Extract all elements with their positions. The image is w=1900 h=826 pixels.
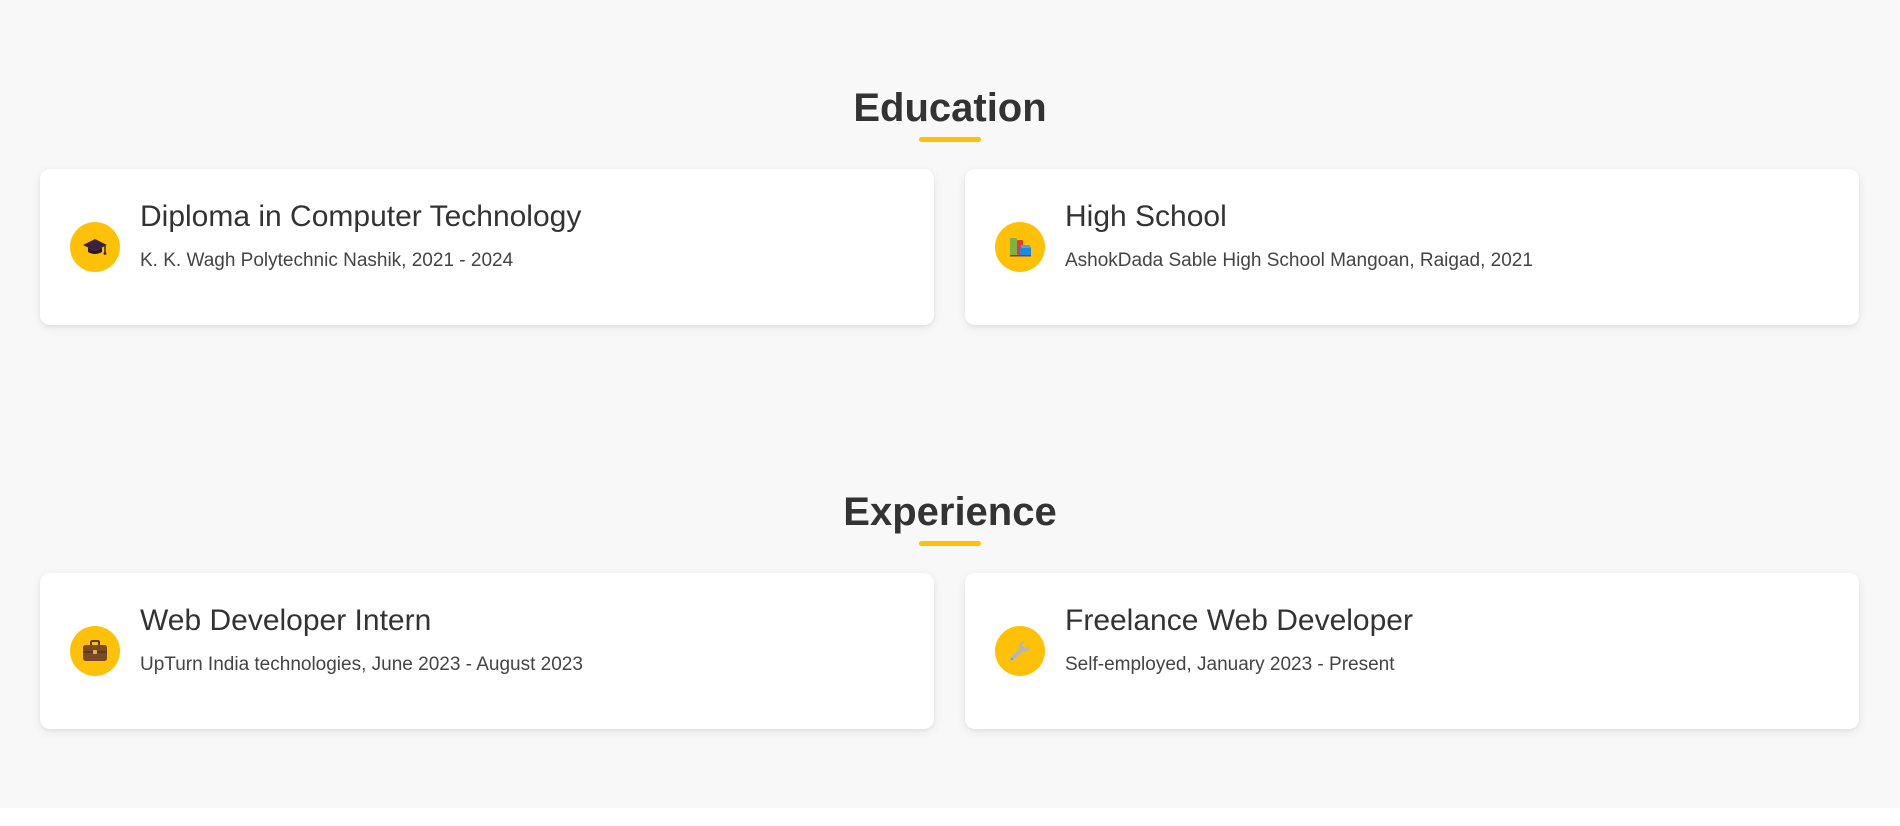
experience-card-intern: Web Developer Intern UpTurn India techno… bbox=[40, 573, 934, 729]
experience-heading: Experience bbox=[843, 490, 1057, 534]
education-card-title: High School bbox=[1065, 200, 1227, 233]
education-heading-underline bbox=[919, 137, 981, 142]
wrench-icon bbox=[995, 626, 1045, 676]
page: Education Diploma in Computer Technology… bbox=[0, 0, 1900, 808]
education-card-subtitle: K. K. Wagh Polytechnic Nashik, 2021 - 20… bbox=[140, 250, 514, 271]
briefcase-icon bbox=[70, 626, 120, 676]
experience-card-freelance: Freelance Web Developer Self-employed, J… bbox=[965, 573, 1859, 729]
experience-card-title: Web Developer Intern bbox=[140, 604, 432, 637]
education-card-high-school: High School AshokDada Sable High School … bbox=[965, 169, 1859, 325]
education-heading: Education bbox=[853, 86, 1047, 130]
experience-card-title: Freelance Web Developer bbox=[1065, 604, 1413, 637]
education-card-title: Diploma in Computer Technology bbox=[140, 200, 582, 233]
experience-heading-underline bbox=[919, 541, 981, 546]
education-card-subtitle: AshokDada Sable High School Mangoan, Rai… bbox=[1065, 250, 1533, 271]
books-icon bbox=[995, 222, 1045, 272]
education-card-diploma: Diploma in Computer Technology K. K. Wag… bbox=[40, 169, 934, 325]
experience-card-subtitle: Self-employed, January 2023 - Present bbox=[1065, 654, 1395, 675]
graduation-cap-icon bbox=[70, 222, 120, 272]
experience-card-subtitle: UpTurn India technologies, June 2023 - A… bbox=[140, 654, 583, 675]
